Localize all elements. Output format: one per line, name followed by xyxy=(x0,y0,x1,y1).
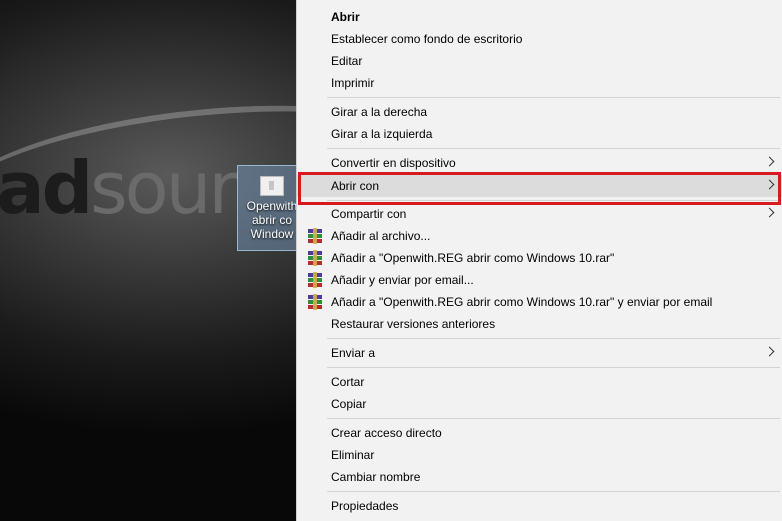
menu-item-properties[interactable]: Propiedades xyxy=(297,495,782,517)
chevron-right-icon xyxy=(764,207,775,218)
menu-separator xyxy=(327,418,780,419)
context-menu: Abrir Establecer como fondo de escritori… xyxy=(296,0,782,521)
winrar-archive-icon xyxy=(307,294,323,310)
menu-item-add-to-archive[interactable]: Añadir al archivo... xyxy=(297,225,782,247)
menu-item-cut[interactable]: Cortar xyxy=(297,371,782,393)
menu-separator xyxy=(327,367,780,368)
menu-item-cast-to-device[interactable]: Convertir en dispositivo xyxy=(297,152,782,174)
menu-item-imprimir[interactable]: Imprimir xyxy=(297,72,782,94)
menu-separator xyxy=(327,338,780,339)
menu-separator xyxy=(327,148,780,149)
wallpaper-logo: adsour xyxy=(0,146,238,230)
winrar-archive-icon xyxy=(307,272,323,288)
menu-item-editar[interactable]: Editar xyxy=(297,50,782,72)
menu-item-add-to-rar-and-email[interactable]: Añadir a "Openwith.REG abrir como Window… xyxy=(297,291,782,313)
menu-item-add-and-email[interactable]: Añadir y enviar por email... xyxy=(297,269,782,291)
menu-separator xyxy=(327,491,780,492)
menu-item-abrir[interactable]: Abrir xyxy=(297,6,782,28)
menu-item-open-with[interactable]: Abrir con xyxy=(297,175,782,197)
winrar-archive-icon xyxy=(307,250,323,266)
menu-item-share-with[interactable]: Compartir con xyxy=(297,203,782,225)
menu-item-add-to-rar[interactable]: Añadir a "Openwith.REG abrir como Window… xyxy=(297,247,782,269)
chevron-right-icon xyxy=(764,156,775,167)
menu-item-copy[interactable]: Copiar xyxy=(297,393,782,415)
reg-file-icon xyxy=(260,176,284,196)
menu-item-delete[interactable]: Eliminar xyxy=(297,444,782,466)
menu-item-create-shortcut[interactable]: Crear acceso directo xyxy=(297,422,782,444)
winrar-archive-icon xyxy=(307,228,323,244)
menu-separator xyxy=(327,97,780,98)
menu-item-rename[interactable]: Cambiar nombre xyxy=(297,466,782,488)
menu-item-restore-versions[interactable]: Restaurar versiones anteriores xyxy=(297,313,782,335)
menu-item-rotate-right[interactable]: Girar a la derecha xyxy=(297,101,782,123)
menu-item-rotate-left[interactable]: Girar a la izquierda xyxy=(297,123,782,145)
chevron-right-icon xyxy=(764,346,775,357)
chevron-right-icon xyxy=(764,179,775,190)
menu-item-set-wallpaper[interactable]: Establecer como fondo de escritorio xyxy=(297,28,782,50)
menu-separator xyxy=(327,200,780,201)
menu-item-send-to[interactable]: Enviar a xyxy=(297,342,782,364)
